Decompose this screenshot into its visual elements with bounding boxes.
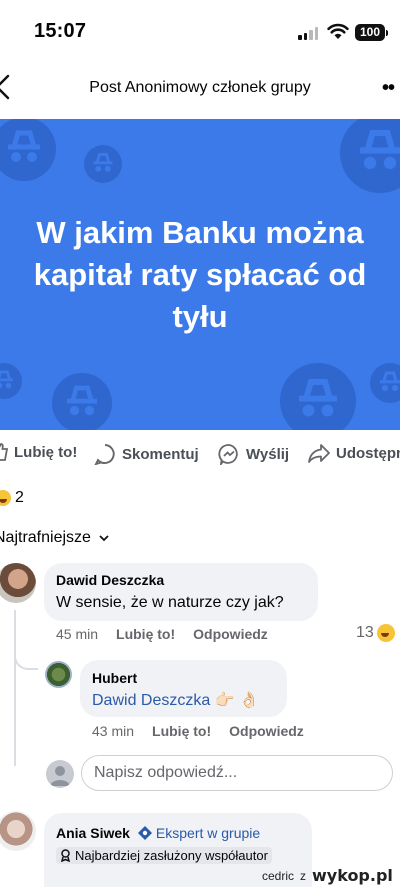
comment-author[interactable]: Dawid Deszczka	[56, 572, 164, 588]
reply-reply-link[interactable]: Odpowiedz	[229, 723, 304, 739]
banner-line-2: kapitał raty spłacać od	[33, 257, 367, 292]
anonymous-icon	[370, 363, 400, 403]
messenger-icon	[218, 444, 238, 465]
banner-line-3: tyłu	[172, 299, 228, 334]
share-button[interactable]: Udostępnij	[308, 443, 400, 463]
reply-input[interactable]: Napisz odpowiedź...	[81, 755, 393, 791]
cellular-signal-icon	[298, 27, 318, 40]
sort-dropdown[interactable]: Najtrafniejsze	[0, 529, 109, 547]
reply-time: 43 min	[92, 723, 135, 739]
post-banner: W jakim Banku można kapitał raty spłacać…	[0, 119, 400, 430]
like-label: Lubię to!	[14, 443, 78, 461]
anonymous-icon	[0, 363, 22, 399]
mention-link[interactable]: Dawid Deszczka	[92, 692, 210, 709]
reply-text: Dawid Deszczka 👉🏻 👌🏻	[92, 690, 259, 710]
send-button[interactable]: Wyślij	[218, 443, 289, 465]
watermark-z: z	[300, 868, 307, 883]
haha-emoji-icon	[0, 490, 11, 506]
comment-reaction-count: 13	[356, 624, 374, 641]
wifi-icon	[327, 23, 349, 39]
comment-time: 45 min	[56, 626, 99, 642]
send-label: Wyślij	[246, 445, 290, 463]
more-options-icon[interactable]: ••	[382, 78, 395, 98]
comment-text: W sensie, że w naturze czy jak?	[56, 594, 284, 611]
expert-label: Ekspert w grupie	[155, 825, 261, 841]
post-actions: Lubię to! Skomentuj Wyślij Udostępnij	[0, 440, 400, 470]
reply-bubble: Hubert Dawid Deszczka 👉🏻 👌🏻	[80, 660, 287, 717]
share-label: Udostępnij	[336, 444, 400, 462]
battery-icon: 100	[355, 24, 388, 41]
comment-reactions[interactable]: 13	[356, 624, 395, 642]
expert-icon	[137, 826, 152, 840]
banner-line-1: W jakim Banku można	[36, 215, 364, 250]
status-time: 15:07	[34, 20, 87, 42]
watermark-user: cedric	[262, 868, 295, 883]
chevron-down-icon	[99, 535, 109, 542]
comment-like-link[interactable]: Lubię to!	[116, 626, 175, 642]
comment-bubble: Dawid Deszczka W sensie, że w naturze cz…	[44, 563, 318, 621]
anonymous-icon	[52, 373, 112, 430]
comment-icon	[94, 444, 115, 465]
anonymous-icon	[280, 363, 356, 430]
comment-label: Skomentuj	[122, 445, 199, 463]
anonymous-icon	[84, 145, 122, 183]
avatar[interactable]	[0, 811, 36, 851]
award-icon	[60, 849, 71, 862]
anonymous-icon	[340, 119, 400, 193]
comment-reply-link[interactable]: Odpowiedz	[193, 626, 268, 642]
reply-author[interactable]: Hubert	[92, 670, 137, 686]
haha-emoji-icon	[376, 624, 395, 642]
thumbs-up-icon	[0, 443, 8, 461]
anonymous-icon	[0, 119, 56, 181]
reaction-summary[interactable]: 2	[0, 489, 24, 507]
wykop-watermark: cedric z wykop.pl	[262, 866, 393, 885]
comment-header: Ania Siwek Ekspert w grupie	[56, 825, 260, 841]
reply-meta: 43 min Lubię to! Odpowiedz	[92, 723, 304, 739]
thread-line	[14, 610, 16, 766]
expert-badge[interactable]: Ekspert w grupie	[137, 825, 261, 841]
comment-button[interactable]: Skomentuj	[94, 443, 199, 465]
reply-emoji: 👉🏻 👌🏻	[214, 692, 260, 709]
like-button[interactable]: Lubię to!	[0, 443, 77, 461]
wykop-logo: wykop.pl	[312, 866, 393, 885]
avatar[interactable]	[45, 661, 72, 688]
comment-meta: 45 min Lubię to! Odpowiedz	[56, 626, 268, 642]
page-title: Post Anonimowy członek grupy	[89, 79, 311, 96]
user-avatar-icon	[46, 760, 74, 788]
reply-like-link[interactable]: Lubię to!	[152, 723, 211, 739]
reply-input-placeholder: Napisz odpowiedź...	[94, 764, 238, 781]
contributor-badge-label: Najbardziej zasłużony współautor	[75, 848, 268, 863]
contributor-badge[interactable]: Najbardziej zasłużony współautor	[56, 847, 272, 864]
comment-author[interactable]: Ania Siwek	[56, 825, 130, 841]
banner-text: W jakim Banku można kapitał raty spłacać…	[0, 212, 400, 338]
reaction-count: 2	[15, 489, 24, 506]
sort-label: Najtrafniejsze	[0, 529, 91, 546]
wykop-logo-text: wykop.pl	[312, 866, 393, 885]
avatar[interactable]	[0, 563, 36, 603]
share-icon	[308, 444, 330, 463]
thread-connector	[14, 646, 38, 670]
